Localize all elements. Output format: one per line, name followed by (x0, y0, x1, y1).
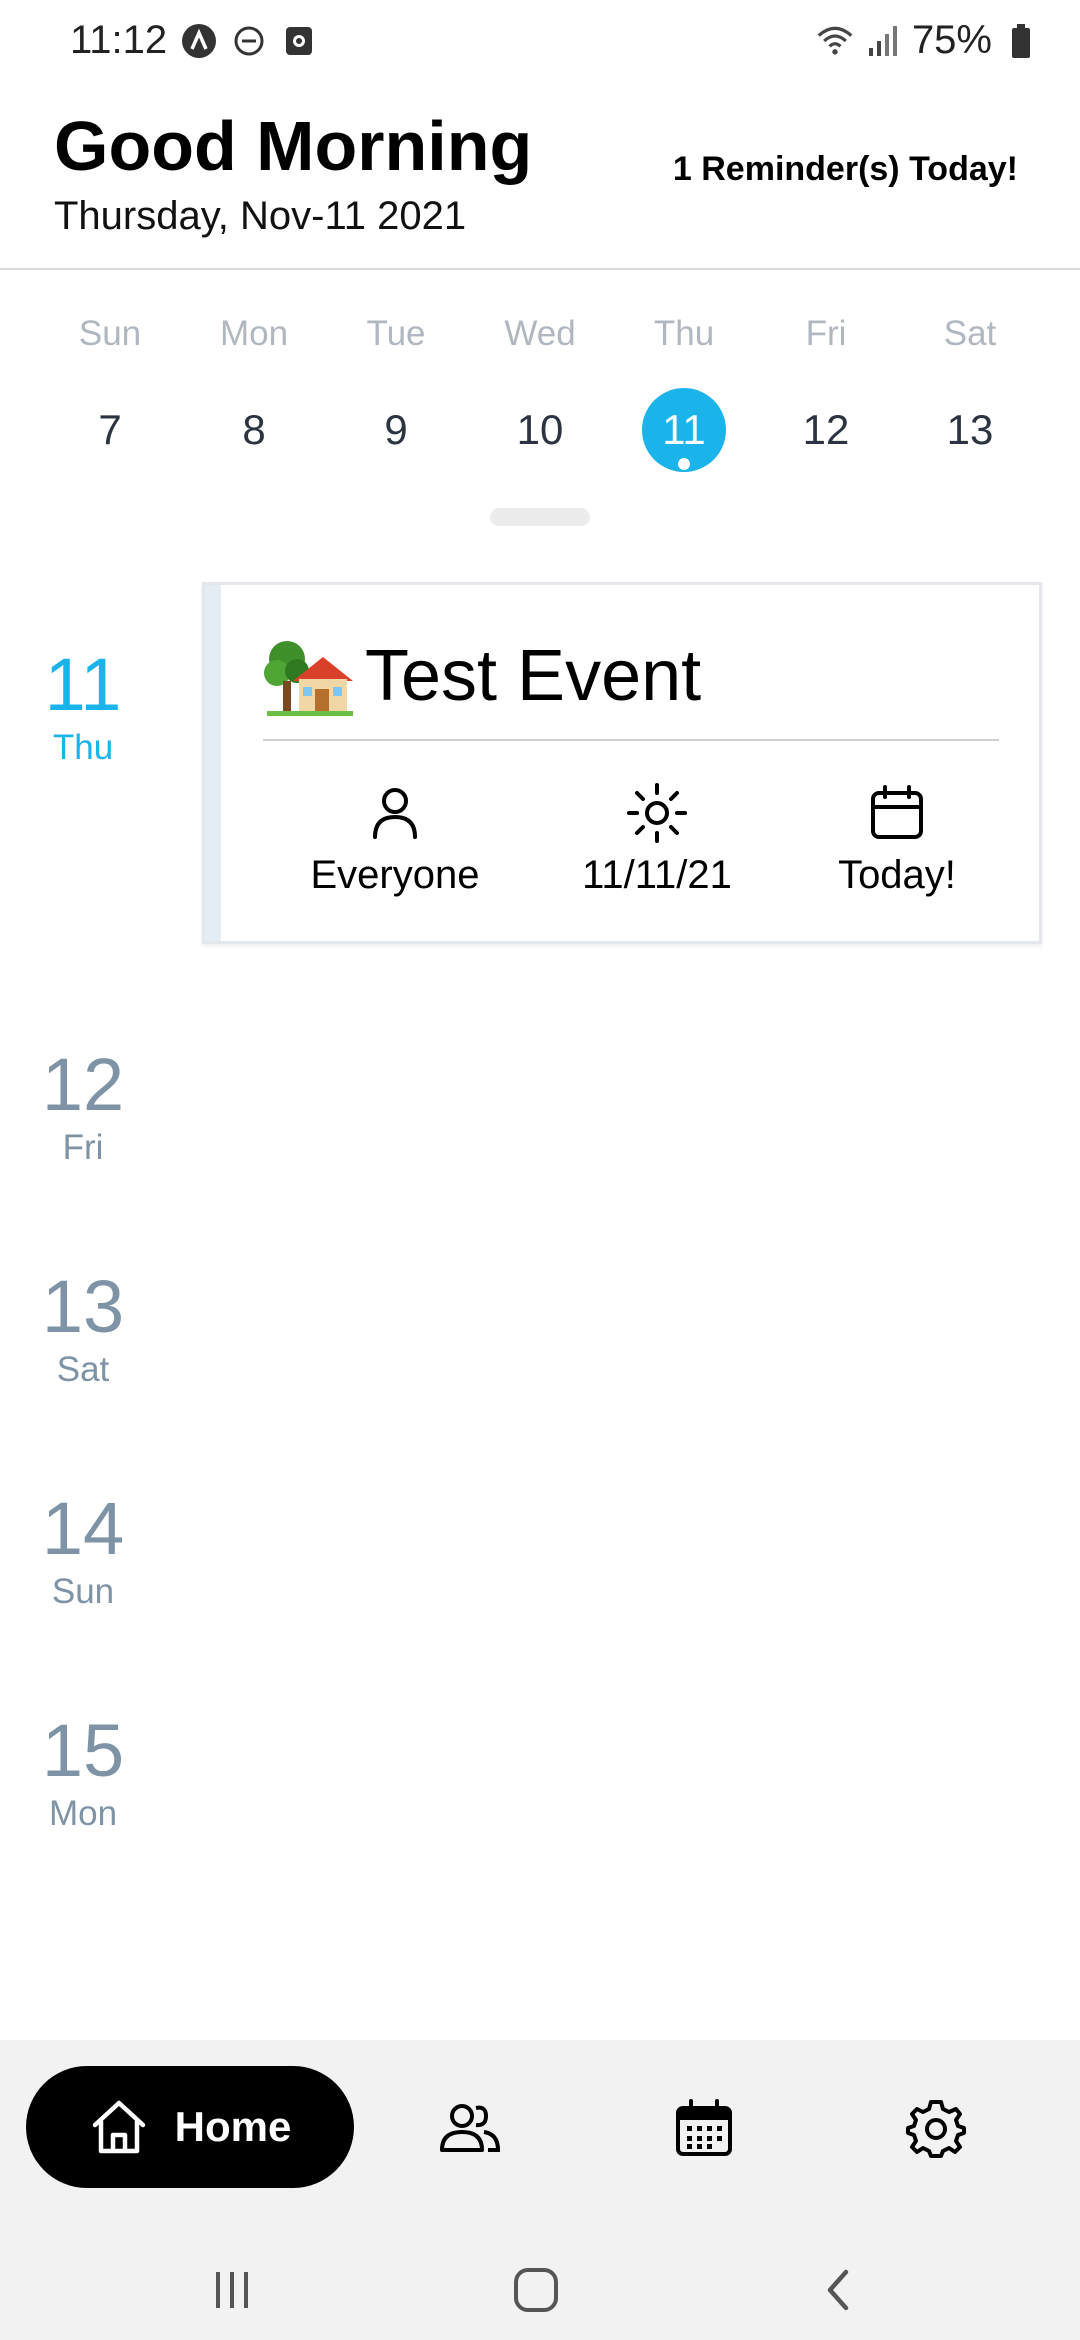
event-indicator-dot (678, 458, 690, 470)
week-day-name: Mon (219, 314, 289, 353)
event-divider (263, 739, 999, 741)
agenda-day-today: 11 Thu (0, 648, 166, 768)
header: Good Morning Thursday, Nov-11 2021 1 Rem… (0, 100, 1080, 270)
back-icon (827, 2269, 849, 2311)
week-day-number: 10 (516, 406, 564, 453)
status-bar: 11:12 75% (0, 0, 1080, 84)
agenda-day: 15 Mon (0, 1714, 166, 1834)
agenda-day-name: Fri (62, 1128, 104, 1167)
agenda-day-name: Sun (51, 1572, 115, 1611)
status-time: 11:12 (70, 18, 168, 62)
sun-icon (627, 783, 687, 843)
signal-icon (864, 22, 902, 60)
people-icon (440, 2104, 501, 2152)
status-notification-icons (180, 22, 318, 60)
bottom-navigation: Home (0, 2040, 1080, 2340)
event-when-text: Today! (838, 853, 956, 897)
house-with-garden-icon (263, 637, 355, 717)
greeting-title: Good Morning (54, 107, 533, 185)
home-circle-icon (514, 2268, 558, 2312)
calendar-icon (871, 785, 923, 839)
settings-tab-button[interactable] (900, 2092, 972, 2164)
recents-icon (216, 2272, 248, 2308)
agenda-day-name: Mon (48, 1794, 118, 1833)
battery-percentage: 75% (911, 18, 992, 62)
agenda-day-number: 13 (41, 1265, 125, 1348)
week-day-name: Tue (366, 314, 426, 353)
event-card-accent (205, 585, 221, 941)
battery-icon (1002, 22, 1040, 60)
event-audience-text: Everyone (310, 853, 480, 897)
week-day-name: Sat (943, 314, 997, 353)
week-day-number: 13 (946, 406, 994, 453)
agenda-day-name: Sat (56, 1350, 110, 1389)
week-day-number: 12 (802, 406, 850, 453)
week-day-number: 9 (384, 406, 408, 453)
agenda-day-number: 15 (41, 1709, 125, 1792)
event-title: Test Event (365, 636, 702, 716)
agenda-day: 12 Fri (0, 1048, 166, 1168)
event-card[interactable]: Test Event Everyone 11/11/21 Today! (202, 582, 1042, 944)
dnd-icon (230, 22, 268, 60)
week-day-number: 8 (242, 406, 266, 453)
agenda-day-number: 12 (41, 1043, 125, 1126)
event-date: 11/11/21 (547, 781, 767, 898)
week-day-name: Sun (78, 314, 142, 353)
event-date-text: 11/11/21 (582, 853, 732, 897)
status-system-icons: 75% (816, 18, 1040, 63)
reminder-count[interactable]: 1 Reminder(s) Today! (673, 150, 1018, 189)
agenda-day-number: 11 (44, 643, 122, 726)
calendar-drag-handle[interactable] (490, 508, 590, 526)
agenda-day-number: 14 (41, 1487, 125, 1570)
week-day-name: Wed (504, 314, 576, 353)
system-home-button[interactable] (496, 2260, 576, 2320)
calendar-grid-icon (676, 2099, 732, 2156)
home-tab-button[interactable]: Home (26, 2066, 354, 2188)
agenda-day: 13 Sat (0, 1270, 166, 1390)
settings-icon (906, 2100, 966, 2158)
screen-record-icon (280, 22, 318, 60)
week-day-name: Fri (805, 314, 847, 353)
week-day-name: Thu (653, 314, 715, 353)
agenda-day: 14 Sun (0, 1492, 166, 1612)
week-day-number: 7 (98, 406, 122, 453)
home-icon (92, 2100, 145, 2154)
person-icon (373, 788, 417, 839)
recents-button[interactable] (192, 2260, 272, 2320)
wifi-icon (816, 22, 854, 60)
current-date: Thursday, Nov-11 2021 (54, 194, 467, 238)
app-a-icon (180, 22, 218, 60)
home-tab-label: Home (174, 2103, 292, 2150)
agenda-day-name: Thu (52, 728, 114, 767)
calendar-tab-button[interactable] (668, 2092, 740, 2164)
back-button[interactable] (798, 2260, 878, 2320)
event-when: Today! (787, 781, 1007, 898)
people-tab-button[interactable] (434, 2092, 506, 2164)
event-audience: Everyone (285, 781, 505, 898)
